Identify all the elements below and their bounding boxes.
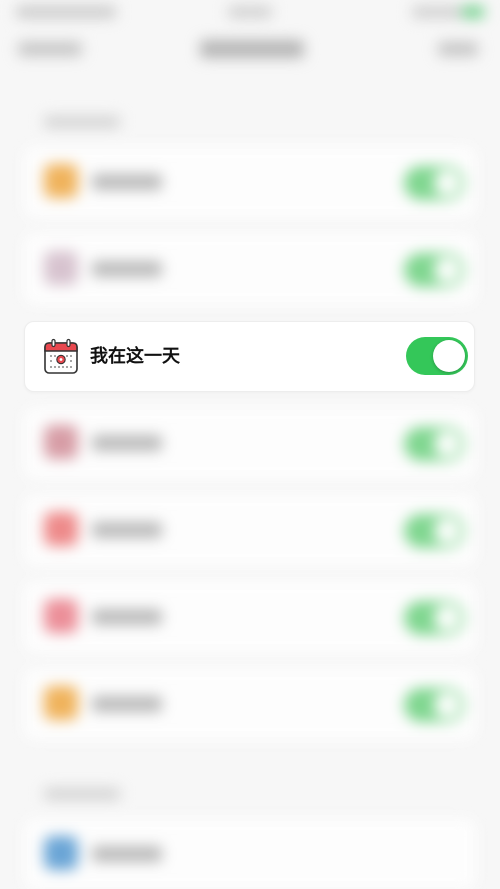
section-header [44,116,120,128]
toggle-knob [433,340,465,372]
back-button[interactable] [18,42,82,56]
row-toggle[interactable] [404,601,464,635]
row-icon [44,164,78,198]
on-this-day-toggle[interactable] [406,337,468,375]
row-toggle[interactable] [404,427,464,461]
row-icon [44,251,78,285]
row-icon [44,599,78,633]
nav-action-button[interactable] [438,42,478,56]
row-icon [44,686,78,720]
page-title [200,40,304,58]
row-label [92,609,162,625]
battery-icon [462,6,484,18]
list-item[interactable] [24,668,476,740]
status-time [228,6,272,18]
list-item[interactable] [24,407,476,479]
row-icon [44,512,78,546]
settings-screen: 我在这一天 [0,0,500,889]
list-item-label: 我在这一天 [90,346,180,367]
list-item[interactable] [24,233,476,305]
row-icon [44,425,78,459]
row-label [92,261,162,277]
list-item[interactable] [24,494,476,566]
row-label [92,846,162,862]
blurred-background [0,0,500,889]
calendar-icon [42,338,80,376]
list-item[interactable] [24,581,476,653]
status-carrier [16,6,116,18]
list-item-on-this-day[interactable]: 我在这一天 [24,321,475,392]
row-toggle[interactable] [404,688,464,722]
section-header [44,788,120,800]
status-bar [0,0,500,30]
row-icon [44,836,78,870]
row-toggle[interactable] [404,514,464,548]
row-label [92,174,162,190]
status-icons [412,6,462,18]
row-label [92,435,162,451]
list-item[interactable] [24,818,476,889]
row-toggle[interactable] [404,253,464,287]
row-label [92,522,162,538]
row-toggle[interactable] [404,166,464,200]
row-label [92,696,162,712]
list-item[interactable] [24,146,476,218]
